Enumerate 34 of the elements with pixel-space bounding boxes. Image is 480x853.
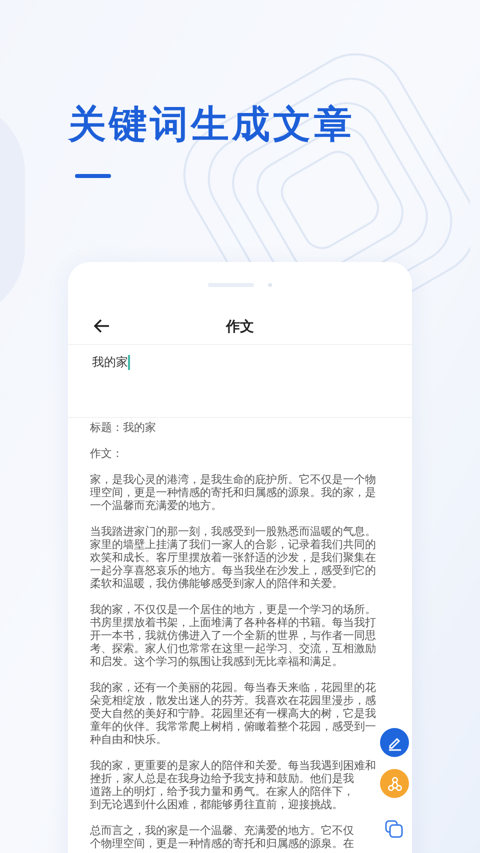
essay-line: 挫折，家人总是在我身边给予我支持和鼓励。他们是我: [90, 773, 354, 786]
screen-title: 作文: [226, 316, 254, 336]
nodes-icon: [386, 776, 402, 792]
essay-line: 和启发。这个学习的氛围让我感到无比幸福和满足。: [90, 656, 343, 669]
headline: 关键词生成文章: [68, 100, 356, 148]
back-icon[interactable]: [94, 319, 110, 333]
essay-line: 柔软和温暖，我仿佛能够感受到家人的陪伴和关爱。: [90, 578, 343, 591]
essay-line: 理空间，更是一种情感的寄托和归属感的源泉。我的家，是: [90, 487, 376, 500]
essay-line: 当我踏进家门的那一刻，我感受到一股熟悉而温暖的气息。: [90, 526, 376, 538]
essay-line: 我的家，不仅仅是一个居住的地方，更是一个学习的场所。: [90, 604, 376, 616]
essay-line: 书房里摆放着书架，上面堆满了各种各样的书籍。每当我打: [90, 617, 376, 630]
essay-line: 欢笑和成长。客厅里摆放着一张舒适的沙发，是我们聚集在: [90, 552, 376, 564]
essay-line: 童年的伙伴。我常常爬上树梢，俯瞰着整个花园，感受到一: [90, 721, 376, 734]
keyword-input-field[interactable]: 我的家: [68, 345, 412, 418]
essay-line: 一起分享喜怒哀乐的地方。每当我坐在沙发上，感受到它的: [90, 565, 376, 578]
essay-line: 标题：我的家: [90, 422, 156, 435]
essay-line: 我的家，还有一个美丽的花园。每当春天来临，花园里的花: [90, 682, 376, 694]
essay-line: 家，是我心灵的港湾，是我生命的庇护所。它不仅是一个物: [90, 474, 376, 486]
essay-line: 受大自然的美好和宁静。花园里还有一棵高大的树，它是我: [90, 708, 376, 720]
headline-underline: [75, 174, 111, 178]
essay-line: 到无论遇到什么困难，都能够勇往直前，迎接挑战。: [90, 799, 343, 812]
essay-line: 总而言之，我的家是一个温馨、充满爱的地方。它不仅: [90, 825, 354, 838]
essay-line: 我的家，更重要的是家人的陪伴和关爱。每当我遇到困难和: [90, 760, 376, 772]
essay-line: 朵竞相绽放，散发出迷人的芬芳。我喜欢在花园里漫步，感: [90, 695, 376, 708]
essay-line: 家里的墙壁上挂满了我们一家人的合影，记录着我们共同的: [90, 539, 376, 552]
essay-line: 开一本书，我就仿佛进入了一个全新的世界，与作者一同思: [90, 630, 376, 642]
essay-line: 个物理空间，更是一种情感的寄托和归属感的源泉。在: [90, 838, 354, 851]
essay-line: 作文：: [90, 448, 123, 461]
essay-line: 种自由和快乐。: [90, 734, 167, 747]
essay-line: 道路上的明灯，给予我力量和勇气。在家人的陪伴下，: [90, 786, 354, 798]
copy-icon[interactable]: [385, 820, 403, 838]
essay-line: 一个温馨而充满爱的地方。: [90, 500, 222, 513]
text-caret: [128, 355, 130, 370]
essay-line: 考、探索。家人们也常常在这里一起学习、交流，互相激励: [90, 643, 376, 656]
